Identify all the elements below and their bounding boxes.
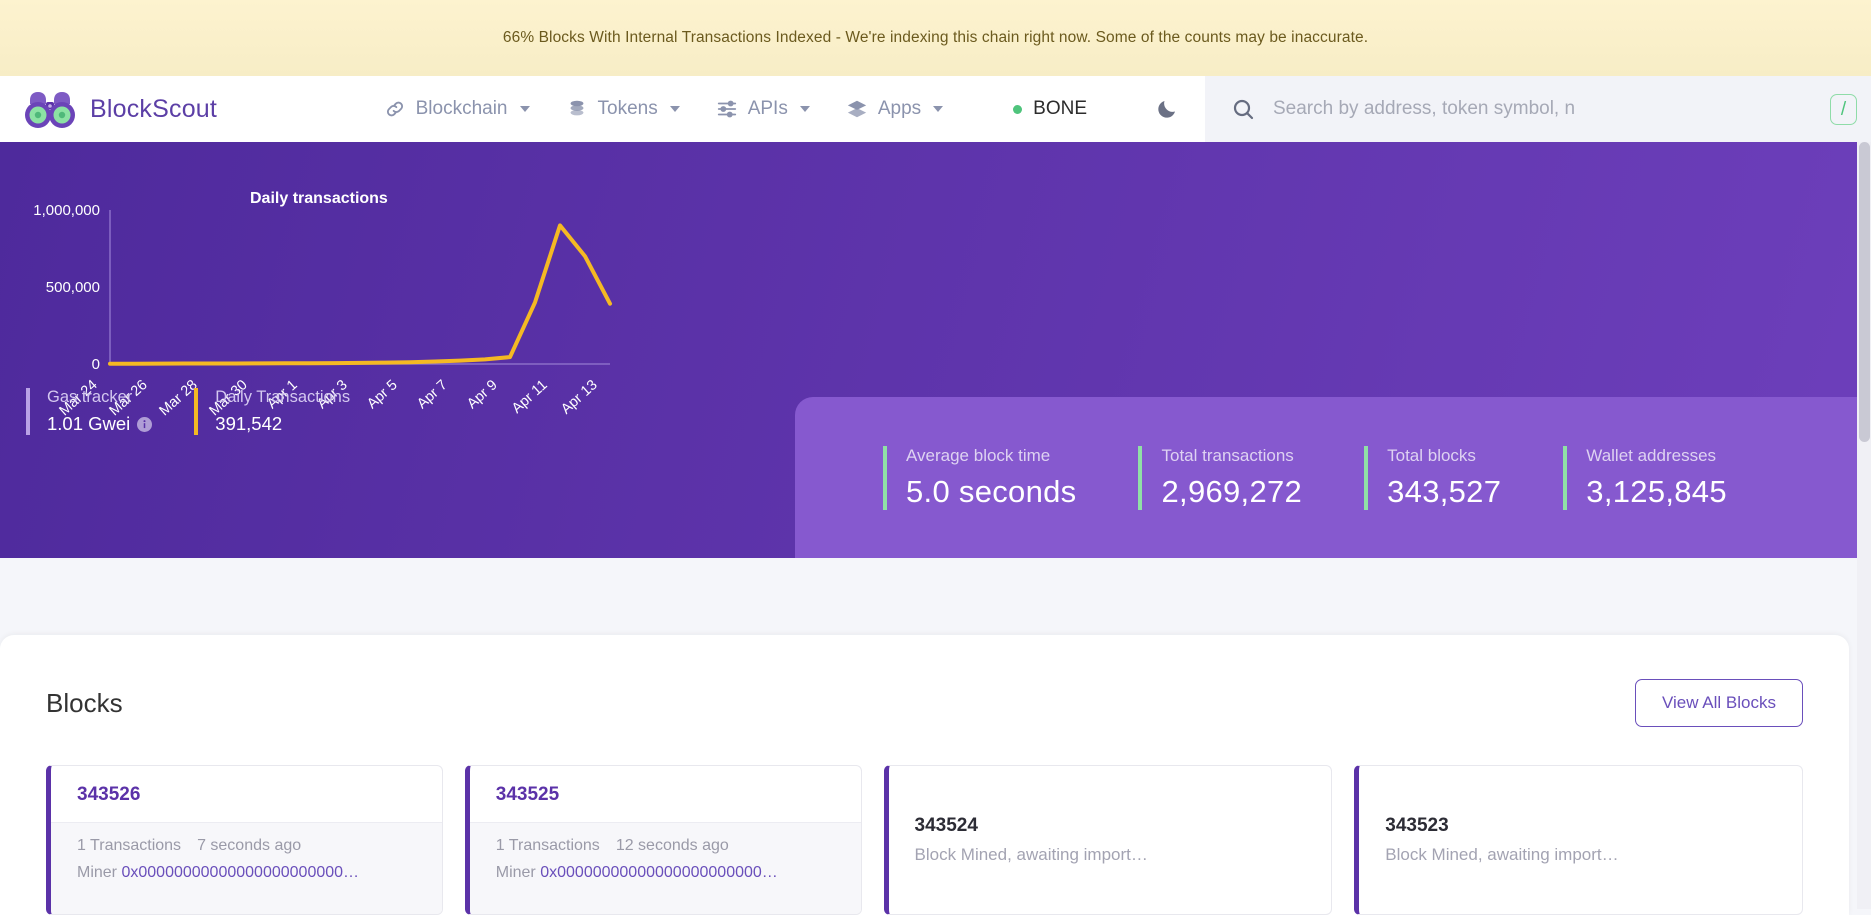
coins-icon xyxy=(566,98,588,120)
block-miner-address[interactable]: 0x00000000000000000000000… xyxy=(121,864,359,881)
block-miner-row: Miner 0x00000000000000000000000… xyxy=(77,864,416,882)
stat-label: Wallet addresses xyxy=(1586,446,1727,466)
main-nav: Blockchain Tokens APIs xyxy=(384,97,1179,121)
block-card-body: 1 Transactions 12 seconds ago Miner 0x00… xyxy=(470,822,861,915)
announcement-banner: 66% Blocks With Internal Transactions In… xyxy=(0,0,1871,76)
nav-label-apis: APIs xyxy=(748,98,788,120)
blocks-panel: Blocks View All Blocks 343526 1 Transact… xyxy=(0,635,1849,915)
block-pending-status: Block Mined, awaiting import… xyxy=(1385,845,1776,865)
stat-value: 343,527 xyxy=(1387,474,1501,510)
nav-label-blockchain: Blockchain xyxy=(416,98,508,120)
block-card[interactable]: 343523 Block Mined, awaiting import… xyxy=(1354,765,1803,915)
chevron-down-icon xyxy=(520,106,530,112)
chart-y-axis: 1,000,000 500,000 0 xyxy=(33,202,100,373)
gas-tracker-stat: Gas tracker 1.01 Gwei xyxy=(26,388,152,435)
page-scrollbar[interactable] xyxy=(1857,142,1871,909)
block-card-header: 343525 xyxy=(470,766,861,822)
blocks-title: Blocks xyxy=(46,688,123,719)
view-all-blocks-button[interactable]: View All Blocks xyxy=(1635,679,1803,727)
block-transactions: 1 Transactions xyxy=(496,837,600,855)
stat-value: 5.0 seconds xyxy=(906,474,1076,510)
stat-value: 3,125,845 xyxy=(1586,474,1727,510)
stat-total-transactions: Total transactions 2,969,272 xyxy=(1138,446,1302,510)
stat-label: Total blocks xyxy=(1387,446,1501,466)
moon-icon xyxy=(1155,97,1179,121)
network-status-dot xyxy=(1013,105,1022,114)
layers-icon xyxy=(846,98,868,120)
brand-logo[interactable]: BlockScout xyxy=(0,90,217,128)
block-card-header: 343526 xyxy=(51,766,442,822)
hero-mini-stats: Gas tracker 1.01 Gwei Daily Transactions… xyxy=(26,388,392,435)
block-age: 7 seconds ago xyxy=(197,837,301,855)
nav-label-tokens: Tokens xyxy=(598,98,658,120)
block-miner-label: Miner xyxy=(496,864,536,881)
sliders-icon xyxy=(716,98,738,120)
gas-tracker-value-row: 1.01 Gwei xyxy=(47,413,152,435)
site-header: BlockScout Blockchain Tokens xyxy=(0,76,1871,142)
nav-item-apps[interactable]: Apps xyxy=(846,98,943,120)
daily-transactions-stat: Daily Transactions 391,542 xyxy=(194,388,350,435)
gas-tracker-value: 1.01 Gwei xyxy=(47,413,130,435)
stat-label: Total transactions xyxy=(1161,446,1302,466)
blocks-card-list: 343526 1 Transactions 7 seconds ago Mine… xyxy=(46,765,1803,915)
block-miner-row: Miner 0x00000000000000000000000… xyxy=(496,864,835,882)
block-number[interactable]: 343525 xyxy=(496,784,835,806)
chevron-down-icon xyxy=(670,106,680,112)
network-selector[interactable]: BONE xyxy=(1013,98,1087,120)
block-card[interactable]: 343524 Block Mined, awaiting import… xyxy=(884,765,1333,915)
scrollbar-thumb[interactable] xyxy=(1859,142,1870,442)
chart-y-tick-label: 1,000,000 xyxy=(33,202,100,219)
daily-transactions-label: Daily Transactions xyxy=(215,388,350,407)
network-label: BONE xyxy=(1033,98,1087,120)
block-number: 343524 xyxy=(915,815,1306,837)
chevron-down-icon xyxy=(800,106,810,112)
search-icon xyxy=(1231,97,1255,121)
nav-label-apps: Apps xyxy=(878,98,921,120)
stat-average-block-time: Average block time 5.0 seconds xyxy=(883,446,1076,510)
search-input[interactable]: Search by address, token symbol, n xyxy=(1273,98,1851,120)
search-bar[interactable]: Search by address, token symbol, n / xyxy=(1205,76,1871,142)
block-meta-row: 1 Transactions 12 seconds ago xyxy=(496,837,835,855)
chart-y-tick-label: 500,000 xyxy=(46,279,100,296)
stat-value: 2,969,272 xyxy=(1161,474,1302,510)
announcement-text: 66% Blocks With Internal Transactions In… xyxy=(503,29,1368,47)
blocks-panel-header: Blocks View All Blocks xyxy=(46,679,1803,727)
stat-wallet-addresses: Wallet addresses 3,125,845 xyxy=(1563,446,1727,510)
chart-y-tick-label: 0 xyxy=(92,356,100,373)
block-miner-label: Miner xyxy=(77,864,117,881)
chevron-down-icon xyxy=(933,106,943,112)
chart-x-tick-label: Apr 9 xyxy=(464,377,500,412)
stat-total-blocks: Total blocks 343,527 xyxy=(1364,446,1501,510)
search-shortcut-key: / xyxy=(1830,94,1857,125)
nav-item-tokens[interactable]: Tokens xyxy=(566,98,680,120)
chart-line-series xyxy=(110,225,610,363)
block-card-body: 1 Transactions 7 seconds ago Miner 0x000… xyxy=(51,822,442,915)
gas-tracker-label: Gas tracker xyxy=(47,388,152,407)
brand-name: BlockScout xyxy=(90,95,217,124)
hero-section: Daily transactions 1,000,000500,0000 Mar… xyxy=(0,142,1871,558)
block-pending-status: Block Mined, awaiting import… xyxy=(915,845,1306,865)
chart-x-tick-label: Apr 11 xyxy=(509,377,551,417)
info-icon[interactable] xyxy=(137,417,152,432)
block-number[interactable]: 343526 xyxy=(77,784,416,806)
theme-toggle-button[interactable] xyxy=(1155,97,1179,121)
binoculars-icon xyxy=(24,90,76,128)
block-meta-row: 1 Transactions 7 seconds ago xyxy=(77,837,416,855)
block-miner-address[interactable]: 0x00000000000000000000000… xyxy=(540,864,778,881)
chart-x-tick-label: Apr 13 xyxy=(558,377,600,417)
network-stats-card: Average block time 5.0 seconds Total tra… xyxy=(795,397,1871,558)
block-transactions: 1 Transactions xyxy=(77,837,181,855)
block-number: 343523 xyxy=(1385,815,1776,837)
nav-item-blockchain[interactable]: Blockchain xyxy=(384,98,530,120)
stat-label: Average block time xyxy=(906,446,1076,466)
chart-x-tick-label: Apr 7 xyxy=(414,377,450,412)
nav-item-apis[interactable]: APIs xyxy=(716,98,810,120)
block-card[interactable]: 343525 1 Transactions 12 seconds ago Min… xyxy=(465,765,862,915)
daily-transactions-value: 391,542 xyxy=(215,413,350,435)
block-card[interactable]: 343526 1 Transactions 7 seconds ago Mine… xyxy=(46,765,443,915)
link-icon xyxy=(384,98,406,120)
block-age: 12 seconds ago xyxy=(616,837,729,855)
